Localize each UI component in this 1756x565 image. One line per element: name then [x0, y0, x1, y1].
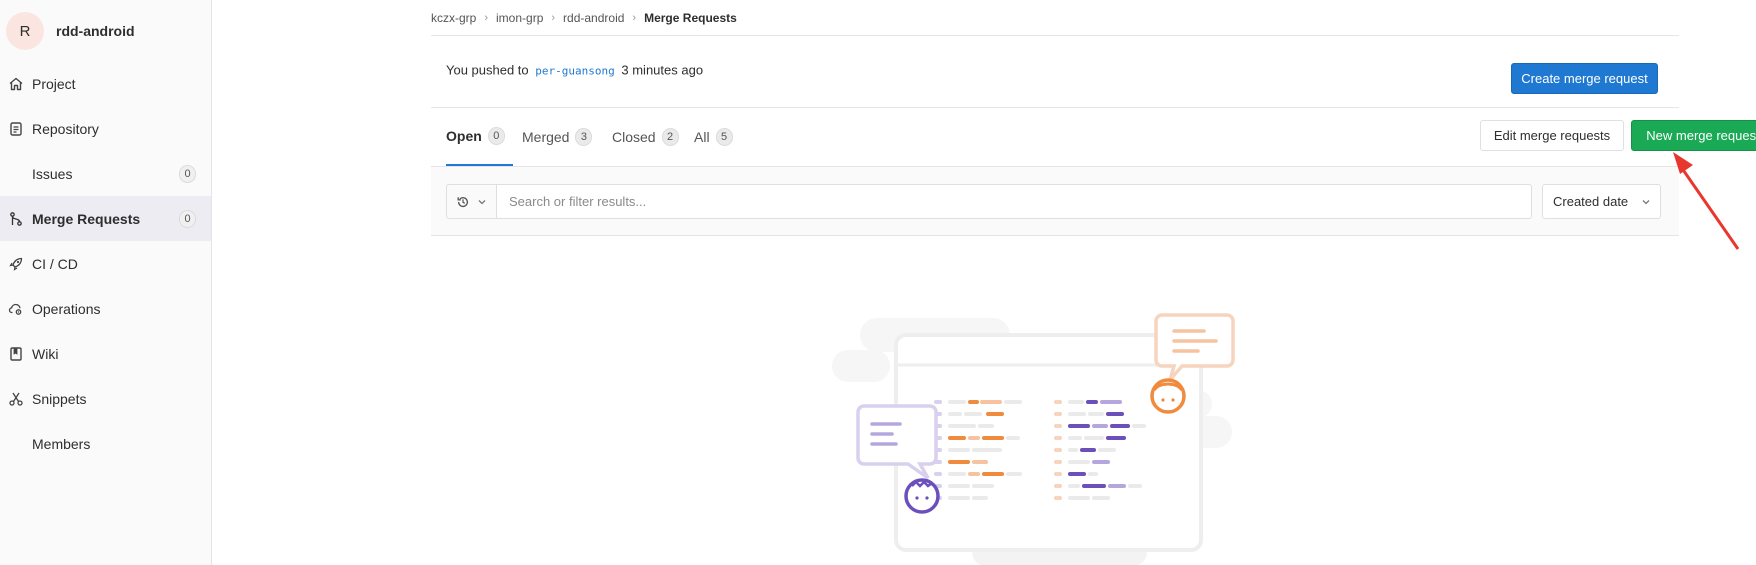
- sidebar-item-members[interactable]: Members: [0, 421, 211, 466]
- history-icon: [457, 196, 469, 207]
- sort-label: Created date: [1553, 194, 1629, 209]
- main-content: kczx-grp › imon-grp › rdd-android › Merg…: [212, 0, 1756, 565]
- filter-bar: Created date: [431, 166, 1679, 236]
- sidebar-item-project[interactable]: Project: [0, 61, 211, 106]
- merge-requests-count-badge: 0: [179, 209, 196, 228]
- empty-state-illustration: [832, 313, 1235, 565]
- rocket-icon: [9, 257, 23, 271]
- tab-label: Merged: [522, 129, 570, 145]
- tab-closed[interactable]: Closed 2: [612, 108, 679, 166]
- recent-push-banner: You pushed to per-guansong 3 minutes ago…: [431, 37, 1679, 108]
- sidebar-item-label: Snippets: [32, 390, 87, 407]
- sidebar-item-snippets[interactable]: Snippets: [0, 376, 211, 421]
- tab-label: Open: [446, 128, 482, 144]
- book-icon: [10, 346, 22, 361]
- tab-count-badge: 5: [715, 128, 733, 146]
- sidebar-item-label: Operations: [32, 300, 101, 317]
- annotation-arrow: [1673, 152, 1740, 250]
- scissors-icon: [9, 392, 23, 406]
- git-merge-icon: [10, 211, 22, 226]
- sidebar-item-label: Repository: [32, 120, 99, 137]
- sidebar-item-operations[interactable]: Operations: [0, 286, 211, 331]
- project-header[interactable]: R rdd-android: [6, 11, 135, 51]
- breadcrumb-item-group[interactable]: kczx-grp: [431, 10, 476, 27]
- breadcrumb-item-project[interactable]: rdd-android: [563, 10, 624, 27]
- chevron-right-icon: ›: [484, 12, 489, 24]
- push-prefix: You pushed to: [446, 62, 529, 78]
- tab-label: All: [694, 129, 710, 145]
- sidebar-item-label: Project: [32, 75, 76, 92]
- sidebar-item-label: CI / CD: [32, 255, 78, 272]
- project-avatar[interactable]: R: [6, 12, 44, 50]
- sidebar-item-label: Merge Requests: [32, 210, 141, 227]
- sidebar-item-issues[interactable]: Issues 0: [0, 151, 211, 196]
- branch-name-link[interactable]: per-guansong: [535, 65, 614, 78]
- project-name[interactable]: rdd-android: [56, 23, 135, 39]
- push-message: You pushed to per-guansong 3 minutes ago: [446, 63, 703, 78]
- tab-label: Closed: [612, 129, 656, 145]
- breadcrumb-item-current[interactable]: Merge Requests: [644, 10, 737, 27]
- chevron-right-icon: ›: [632, 12, 637, 24]
- tab-count-badge: 3: [575, 128, 593, 146]
- push-time: 3 minutes ago: [621, 62, 704, 78]
- sidebar-item-wiki[interactable]: Wiki: [0, 331, 211, 376]
- merge-request-tabs: Open 0 Merged 3 Closed 2 All 5 Edit merg…: [431, 108, 1756, 166]
- sort-dropdown[interactable]: Created date: [1542, 184, 1661, 219]
- home-icon: [9, 77, 23, 90]
- breadcrumb: kczx-grp › imon-grp › rdd-android › Merg…: [431, 10, 1679, 36]
- sidebar-item-merge-requests[interactable]: Merge Requests 0: [0, 196, 211, 241]
- sidebar-item-ci-cd[interactable]: CI / CD: [0, 241, 211, 286]
- doc-icon: [10, 121, 22, 136]
- search-input[interactable]: [496, 184, 1532, 219]
- chevron-down-icon: [478, 199, 486, 204]
- chevron-down-icon: [1642, 199, 1650, 204]
- tab-count-badge: 0: [487, 127, 505, 145]
- breadcrumb-item-subgroup[interactable]: imon-grp: [496, 10, 543, 27]
- cloud-gear-icon: [8, 303, 22, 315]
- create-merge-request-button[interactable]: Create merge request: [1511, 63, 1658, 94]
- chevron-right-icon: ›: [551, 12, 556, 24]
- sidebar-item-repository[interactable]: Repository: [0, 106, 211, 151]
- sidebar: R rdd-android Project Repository Issues …: [0, 0, 212, 565]
- sidebar-item-label: Issues: [32, 165, 73, 182]
- sidebar-nav: Project Repository Issues 0 Merge Reques…: [0, 61, 211, 466]
- sidebar-item-label: Wiki: [32, 345, 59, 362]
- recent-searches-dropdown[interactable]: [446, 184, 496, 219]
- tab-open[interactable]: Open 0: [446, 108, 513, 166]
- issues-count-badge: 0: [179, 164, 196, 183]
- tab-merged[interactable]: Merged 3: [522, 108, 593, 166]
- edit-merge-requests-button[interactable]: Edit merge requests: [1480, 120, 1624, 151]
- tab-count-badge: 2: [661, 128, 679, 146]
- sidebar-item-label: Members: [32, 435, 91, 452]
- tab-all[interactable]: All 5: [694, 108, 733, 166]
